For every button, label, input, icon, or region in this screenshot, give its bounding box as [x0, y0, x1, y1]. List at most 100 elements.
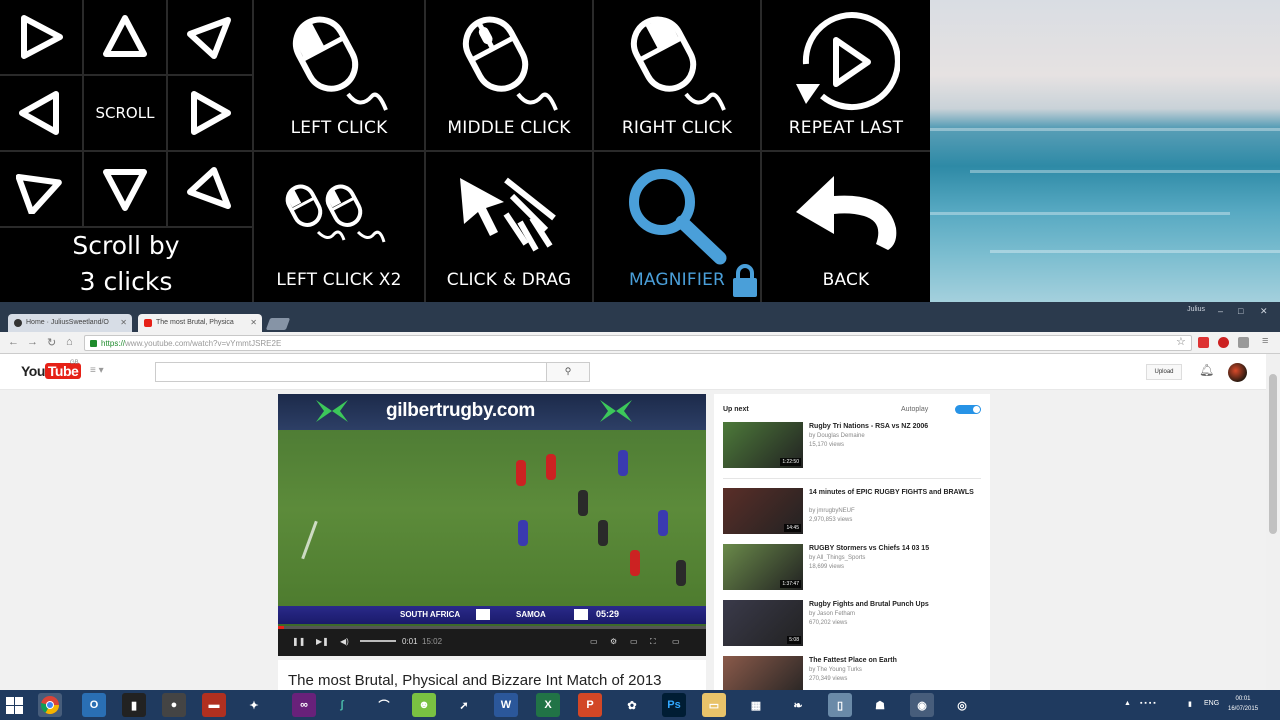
scroll-up-right-button[interactable] [168, 0, 250, 74]
scroll-down-left-button[interactable] [0, 152, 82, 226]
bird-app-icon[interactable]: ❧ [786, 693, 810, 717]
repeat-last-button[interactable]: REPEAT LAST [762, 0, 930, 150]
network-icon[interactable]: ▮ [1188, 700, 1192, 708]
rec-title[interactable]: Rugby Tri Nations - RSA vs NZ 2006 [809, 422, 981, 431]
steam-icon[interactable]: ● [162, 693, 186, 717]
video-thumbnail[interactable]: 5:08 [723, 600, 803, 646]
page-scrollbar[interactable] [1266, 354, 1280, 690]
rec-title[interactable]: Rugby Fights and Brutal Punch Ups [809, 600, 981, 609]
file-explorer-icon[interactable]: ▭ [702, 693, 726, 717]
language-indicator[interactable]: ENG [1204, 700, 1219, 707]
list-item[interactable]: 5:08 Rugby Fights and Brutal Punch Ups b… [723, 600, 985, 646]
next-icon[interactable]: ▶❚ [316, 637, 329, 646]
scroll-right-button[interactable] [168, 76, 250, 150]
close-window-button[interactable]: ✕ [1260, 306, 1268, 317]
sourcetree-icon[interactable]: ʃ [330, 693, 354, 717]
volume-slider[interactable] [360, 640, 396, 642]
windows-start-button[interactable] [6, 697, 23, 714]
guide-menu-icon[interactable]: ≡ ▾ [90, 365, 104, 376]
address-bar[interactable]: https://www.youtube.com/watch?v=vYmmtJSR… [84, 335, 1192, 351]
scroll-amount-button[interactable]: Scroll by 3 clicks [0, 228, 252, 302]
scroll-left-button[interactable] [0, 76, 82, 150]
figure-icon[interactable]: ✦ [242, 693, 266, 717]
close-tab-icon[interactable]: ✕ [250, 318, 257, 327]
picasa-icon[interactable]: ✿ [620, 693, 644, 717]
excel-icon[interactable]: X [536, 693, 560, 717]
home-icon[interactable]: ⌂ [66, 336, 73, 348]
video-player[interactable]: gilbertrugby.com SOUTH AFRICA SAMOA 05:2… [278, 394, 706, 656]
adblock-icon[interactable] [1218, 337, 1229, 348]
forward-nav-icon[interactable]: → [27, 336, 38, 348]
magnifier-icon [629, 169, 727, 265]
profile-name[interactable]: Julius [1187, 306, 1205, 313]
theater-mode-icon[interactable]: ▭ [630, 637, 638, 646]
notifications-bell-icon[interactable]: 🔔︎ [1199, 363, 1214, 377]
cursor-app-icon[interactable]: ➚ [452, 693, 476, 717]
obs-icon[interactable]: ◎ [950, 693, 974, 717]
volume-icon[interactable]: ◀) [340, 637, 349, 646]
bookmark-star-icon[interactable]: ☆ [1176, 335, 1186, 348]
video-thumbnail[interactable]: 14:45 [723, 488, 803, 534]
divider [723, 478, 981, 479]
tab-youtube[interactable]: The most Brutal, Physica ✕ [138, 314, 262, 332]
tab-github[interactable]: Home · JuliusSweetland/O ✕ [8, 314, 132, 332]
powerpoint-icon[interactable]: P [578, 693, 602, 717]
rec-title[interactable]: RUGBY Stormers vs Chiefs 14 03 15 [809, 544, 981, 553]
magnifier-button[interactable]: MAGNIFIER [594, 152, 760, 302]
video-thumbnail[interactable]: 1:22:50 [723, 422, 803, 468]
double-click-button[interactable]: LEFT CLICK X2 [254, 152, 424, 302]
list-item[interactable]: 1:37:47 RUGBY Stormers vs Chiefs 14 03 1… [723, 544, 985, 590]
video-thumbnail[interactable]: 1:37:47 [723, 544, 803, 590]
rec-title[interactable]: The Fattest Place on Earth [809, 656, 981, 665]
close-tab-icon[interactable]: ✕ [120, 318, 127, 327]
upload-button[interactable]: Upload [1146, 364, 1182, 380]
scroll-up-button[interactable] [84, 0, 166, 74]
reload-icon[interactable]: ↻ [47, 336, 56, 349]
maximize-button[interactable]: □ [1238, 306, 1243, 316]
back-nav-icon[interactable]: ← [8, 336, 19, 348]
autoplay-toggle[interactable] [955, 405, 981, 414]
left-click-button[interactable]: LEFT CLICK [254, 0, 424, 150]
tray-icons[interactable]: ▪ ▪ ▪ ▪ [1140, 700, 1156, 707]
game-icon[interactable]: ☻ [412, 693, 436, 717]
search-input[interactable] [155, 362, 547, 382]
eye-tracker-icon[interactable]: ◉ [910, 693, 934, 717]
toolbox-icon[interactable]: ▬ [202, 693, 226, 717]
pause-icon[interactable]: ❚❚ [292, 637, 305, 646]
middle-click-button[interactable]: MIDDLE CLICK [426, 0, 592, 150]
optikey-icon[interactable]: O [82, 693, 106, 717]
show-hidden-icons-icon[interactable]: ▲ [1124, 700, 1131, 707]
extension-icon[interactable] [1198, 337, 1209, 348]
chrome-icon[interactable] [38, 693, 62, 717]
fullscreen-icon[interactable]: ⛶ [650, 637, 656, 647]
app-icon[interactable]: ▮ [122, 693, 146, 717]
seek-bar[interactable] [278, 626, 706, 629]
scrollbar-thumb[interactable] [1269, 374, 1277, 534]
settings-gear-icon[interactable]: ⚙ [610, 637, 617, 646]
list-item[interactable]: 14:45 14 minutes of EPIC RUGBY FIGHTS an… [723, 488, 985, 534]
rec-title[interactable]: 14 minutes of EPIC RUGBY FIGHTS and BRAW… [809, 488, 981, 497]
subtitles-icon[interactable]: ▭ [590, 637, 598, 646]
cast-icon[interactable] [1238, 337, 1249, 348]
new-tab-button[interactable] [265, 318, 291, 330]
scroll-down-button[interactable] [84, 152, 166, 226]
photoshop-icon[interactable]: Ps [662, 693, 686, 717]
cast-icon[interactable]: ▭ [672, 637, 680, 646]
back-button[interactable]: BACK [762, 152, 930, 302]
scroll-down-right-button[interactable] [168, 152, 250, 226]
avatar[interactable] [1228, 363, 1247, 382]
right-click-button[interactable]: RIGHT CLICK [594, 0, 760, 150]
taskbar-clock[interactable]: 00:01 16/07/2015 [1228, 694, 1258, 714]
minimize-button[interactable]: – [1218, 306, 1223, 316]
robot-app-icon[interactable]: ☗ [868, 693, 892, 717]
scroll-up-left-button[interactable] [0, 0, 82, 74]
menu-icon[interactable]: ≡ [1262, 335, 1268, 347]
click-drag-button[interactable]: CLICK & DRAG [426, 152, 592, 302]
search-button[interactable]: ⚲ [546, 362, 590, 382]
list-item[interactable]: 1:22:50 Rugby Tri Nations - RSA vs NZ 20… [723, 422, 985, 468]
picture-app-icon[interactable]: ▦ [744, 693, 768, 717]
visual-studio-icon[interactable]: ∞ [292, 693, 316, 717]
cloud-app-icon[interactable]: ⌒ [372, 693, 396, 717]
device-app-icon[interactable]: ▯ [828, 693, 852, 717]
word-icon[interactable]: W [494, 693, 518, 717]
